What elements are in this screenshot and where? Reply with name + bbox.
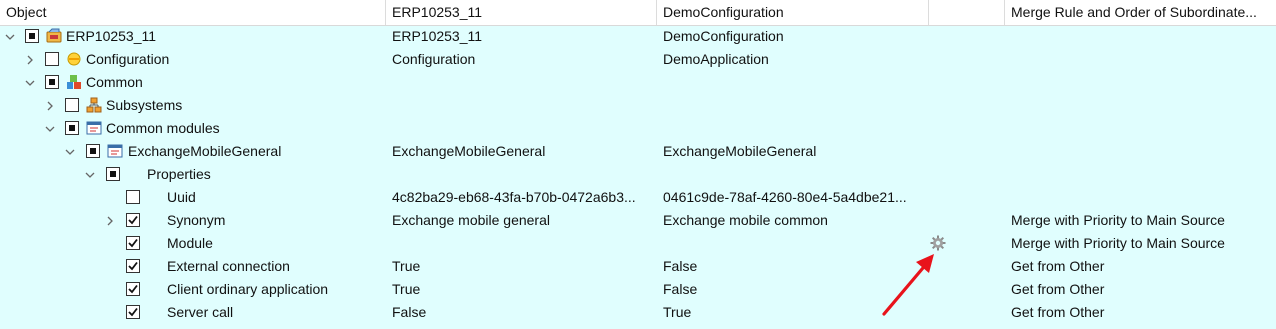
chevron-down-icon[interactable]: [24, 71, 36, 94]
tree-label: Properties: [147, 166, 211, 182]
cell-erp: Configuration: [392, 51, 476, 67]
tree-row-client-ordinary-application[interactable]: Client ordinary application True False G…: [0, 278, 1276, 301]
cell-merge-rule[interactable]: Get from Other: [1011, 278, 1104, 301]
cell-demo: ExchangeMobileGeneral: [663, 143, 817, 159]
row-checkbox[interactable]: [126, 305, 140, 319]
cell-erp: ExchangeMobileGeneral: [392, 143, 546, 159]
tree-label: Common: [86, 74, 143, 90]
tree-row-exchange-mobile-general[interactable]: ExchangeMobileGeneral ExchangeMobileGene…: [0, 140, 1276, 163]
tree-row-common-modules[interactable]: Common modules: [0, 117, 1276, 140]
tree-row-external-connection[interactable]: External connection True False Get from …: [0, 255, 1276, 278]
cell-merge-rule[interactable]: Get from Other: [1011, 255, 1104, 278]
cell-merge-rule[interactable]: Merge with Priority to Main Source: [1011, 232, 1225, 255]
cell-erp: Exchange mobile general: [392, 212, 550, 228]
chevron-right-icon[interactable]: [104, 209, 116, 232]
tree-row-module[interactable]: Module Merge with Priority to Main Sourc…: [0, 232, 1276, 255]
row-checkbox[interactable]: [126, 282, 140, 296]
cell-merge-rule[interactable]: Merge with Priority to Main Source: [1011, 209, 1225, 232]
cell-demo: DemoApplication: [663, 51, 769, 67]
cell-demo: 0461c9de-78af-4260-80e4-5a4dbe21...: [663, 189, 907, 205]
row-checkbox[interactable]: [25, 29, 39, 43]
chevron-down-icon[interactable]: [84, 163, 96, 186]
chevron-down-icon[interactable]: [44, 117, 56, 140]
row-checkbox[interactable]: [45, 75, 59, 89]
column-header-democonfiguration[interactable]: DemoConfiguration: [657, 0, 929, 25]
common-module-icon: [107, 143, 123, 159]
tree-row-common[interactable]: Common: [0, 71, 1276, 94]
chevron-down-icon[interactable]: [4, 25, 16, 48]
chevron-right-icon[interactable]: [44, 94, 56, 117]
tree-label: ExchangeMobileGeneral: [128, 143, 282, 159]
tree-label: ERP10253_11: [66, 28, 157, 44]
tree-label: Synonym: [167, 212, 226, 228]
row-checkbox[interactable]: [106, 167, 120, 181]
cell-demo: Exchange mobile common: [663, 212, 828, 228]
tree-row-subsystems[interactable]: Subsystems: [0, 94, 1276, 117]
cell-demo: True: [663, 304, 692, 320]
row-checkbox[interactable]: [126, 236, 140, 250]
row-checkbox[interactable]: [45, 52, 59, 66]
tree-row-synonym[interactable]: Synonym Exchange mobile general Exchange…: [0, 209, 1276, 232]
tree-label: External connection: [167, 258, 290, 274]
tree-row-uuid[interactable]: Uuid 4c82ba29-eb68-43fa-b70b-0472a6b3...…: [0, 186, 1276, 209]
chevron-down-icon[interactable]: [64, 140, 76, 163]
chevron-right-icon[interactable]: [24, 48, 36, 71]
configuration-icon: [66, 51, 82, 67]
cell-demo: False: [663, 281, 698, 297]
cell-erp: False: [392, 304, 427, 320]
tree-row-server-call[interactable]: Server call False True Get from Other: [0, 301, 1276, 324]
tree-label: Configuration: [86, 51, 170, 67]
tree-label: Client ordinary application: [167, 281, 329, 297]
tree-row-configuration[interactable]: Configuration Configuration DemoApplicat…: [0, 48, 1276, 71]
column-header-bar: Object ERP10253_11 DemoConfiguration Mer…: [0, 0, 1276, 26]
tree-row-properties[interactable]: Properties: [0, 163, 1276, 186]
subsystems-icon: [86, 97, 102, 113]
tree-label: Common modules: [106, 120, 220, 136]
column-header-erp[interactable]: ERP10253_11: [386, 0, 657, 25]
cell-erp: ERP10253_11: [392, 28, 483, 44]
cell-demo: False: [663, 258, 698, 274]
tree-label: Subsystems: [106, 97, 183, 113]
cell-erp: True: [392, 258, 421, 274]
tree-label: Uuid: [167, 189, 196, 205]
column-header-merge-settings[interactable]: [929, 0, 1005, 25]
common-objects-icon: [66, 74, 82, 90]
configuration-root-icon: [46, 28, 62, 44]
row-checkbox[interactable]: [86, 144, 100, 158]
row-checkbox[interactable]: [126, 190, 140, 204]
cell-merge-rule[interactable]: Get from Other: [1011, 301, 1104, 324]
row-checkbox[interactable]: [65, 121, 79, 135]
column-header-merge-rule[interactable]: Merge Rule and Order of Subordinate...: [1005, 0, 1276, 25]
cell-erp: True: [392, 281, 421, 297]
tree-label: Module: [167, 235, 213, 251]
column-header-object[interactable]: Object: [0, 0, 386, 25]
row-checkbox[interactable]: [126, 213, 140, 227]
tree-row-root[interactable]: ERP10253_11 ERP10253_11 DemoConfiguratio…: [0, 25, 1276, 48]
tree-label: Server call: [167, 304, 234, 320]
common-modules-icon: [86, 120, 102, 136]
row-checkbox[interactable]: [126, 259, 140, 273]
row-checkbox[interactable]: [65, 98, 79, 112]
annotation-arrow: [882, 254, 934, 316]
cell-erp: 4c82ba29-eb68-43fa-b70b-0472a6b3...: [392, 189, 636, 205]
cell-demo: DemoConfiguration: [663, 28, 784, 44]
